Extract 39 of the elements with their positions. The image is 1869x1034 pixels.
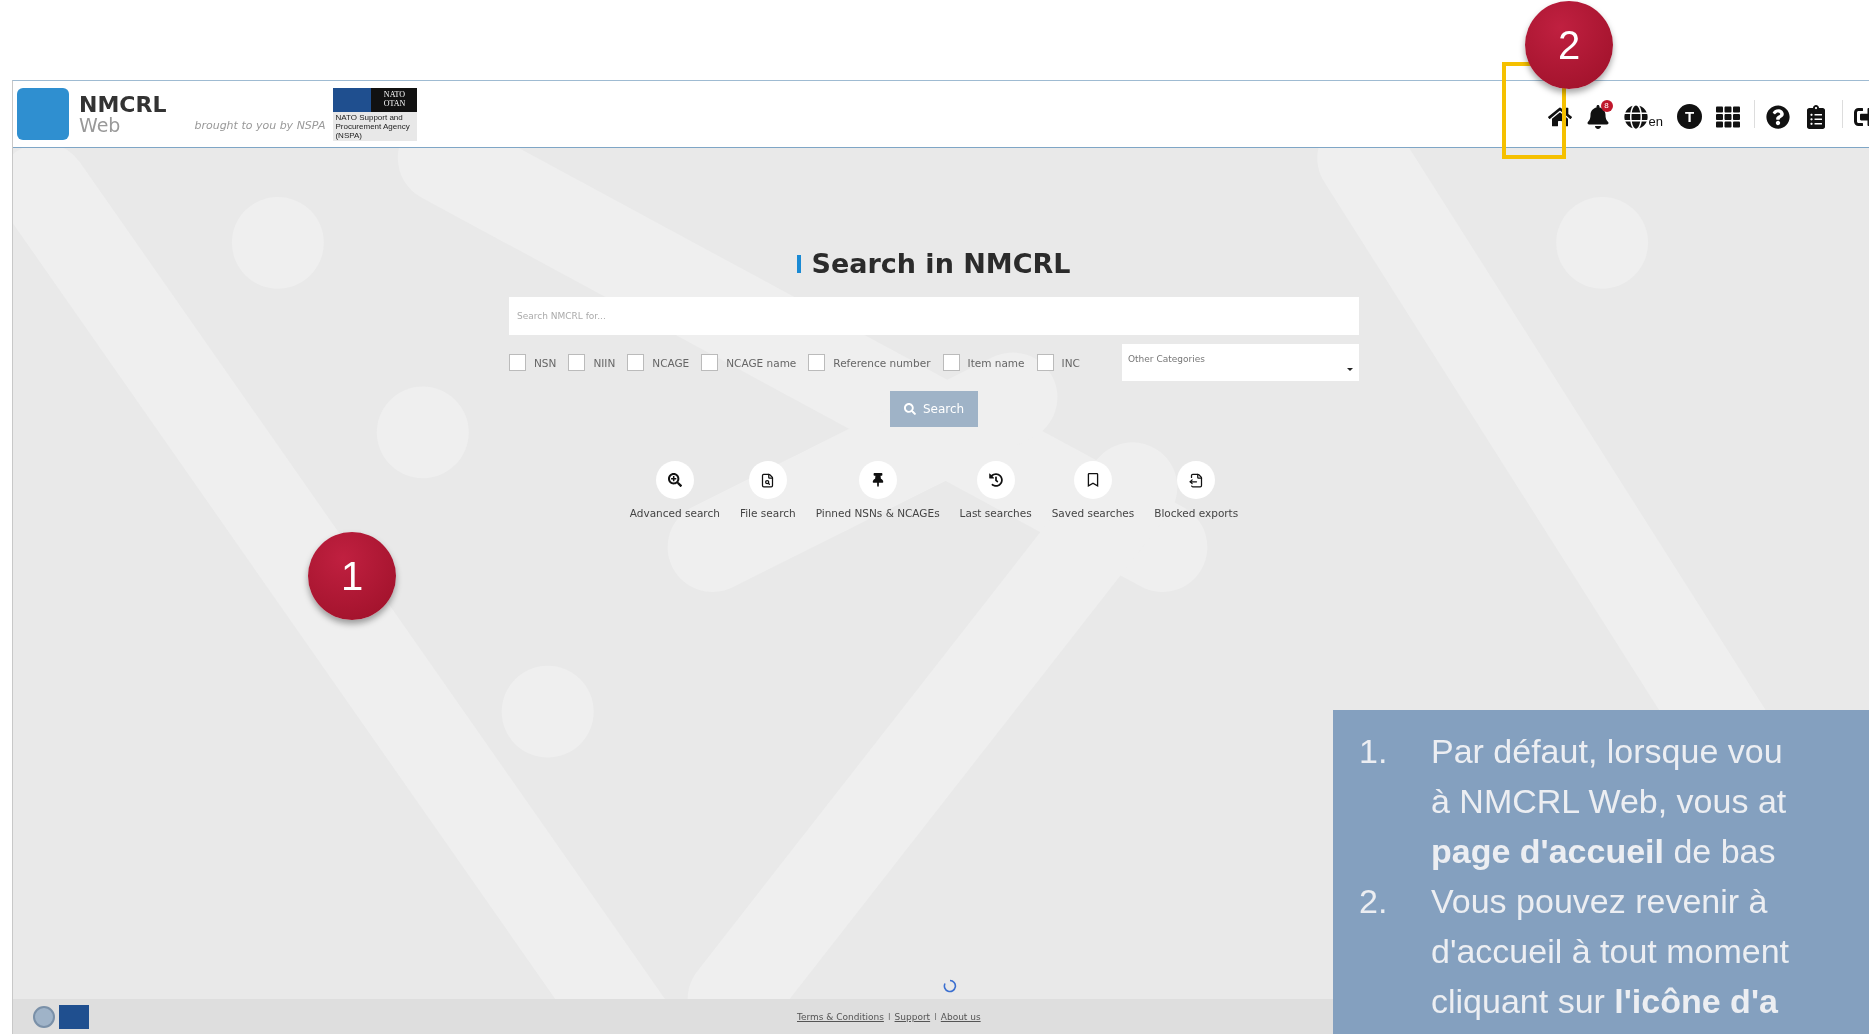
notification-count: 8 [1600,99,1613,112]
callout-text-line: Vous pouvez revenir à [1431,881,1769,922]
filter-checkbox[interactable]: NCAGE [627,354,690,371]
filter-checkbox[interactable]: INC [1036,354,1080,371]
shortcut-button[interactable]: Last searches [959,461,1032,519]
search-field[interactable]: Search NMCRL for... [509,297,1359,335]
filter-checkbox[interactable]: NCAGE name [701,354,797,371]
bell-button[interactable]: 8 [1585,99,1613,129]
tagline: brought to you by NSPA [194,118,326,132]
app-subtitle: Web [79,115,122,135]
language-label: en [1648,113,1663,129]
language-button[interactable]: en [1623,99,1666,129]
footer-link[interactable]: Support [894,1011,931,1022]
filter-checkbox[interactable]: NSN [509,354,557,371]
shortcut-button[interactable]: Pinned NSNs & NCAGEs [815,461,940,519]
callout-text-line: Par défaut, lorsque vou [1431,731,1784,772]
page-title: Search in NMCRL [797,248,1071,279]
callout-text-line: cliquant sur l'icône d'a [1431,981,1779,1022]
shortcut-button[interactable]: File search [739,461,796,519]
shortcut-button[interactable]: Saved searches [1051,461,1135,519]
step-number: 1. [1359,731,1389,772]
step-number: 2. [1359,881,1389,922]
app-title: NMCRL [79,93,167,116]
filter-checkbox[interactable]: NIIN [568,354,616,371]
category-select[interactable]: Other Categories [1122,344,1359,381]
filter-checkbox[interactable]: Item name [942,354,1025,371]
step-marker: 2 [1525,1,1613,89]
organization-caption: NATO Support and Procurement Agency (NSPA) [334,111,411,141]
shortcut-button[interactable]: Blocked exports [1154,461,1239,519]
filter-checkbox[interactable]: Reference number [808,354,931,371]
callout-text-line: d'accueil à tout moment [1431,931,1789,972]
organization-logo-text: NATO OTAN [371,87,418,112]
callout-text-line: page d'accueil de bas [1431,831,1777,872]
footer-link[interactable]: About us [940,1011,981,1022]
link-separator: I [934,1011,937,1022]
shortcut-button[interactable]: Advanced search [629,461,720,519]
link-separator: I [887,1011,891,1022]
callout-text-line: à NMCRL Web, vous at [1431,781,1787,822]
footer-link[interactable]: Terms & Conditions [797,1011,884,1022]
